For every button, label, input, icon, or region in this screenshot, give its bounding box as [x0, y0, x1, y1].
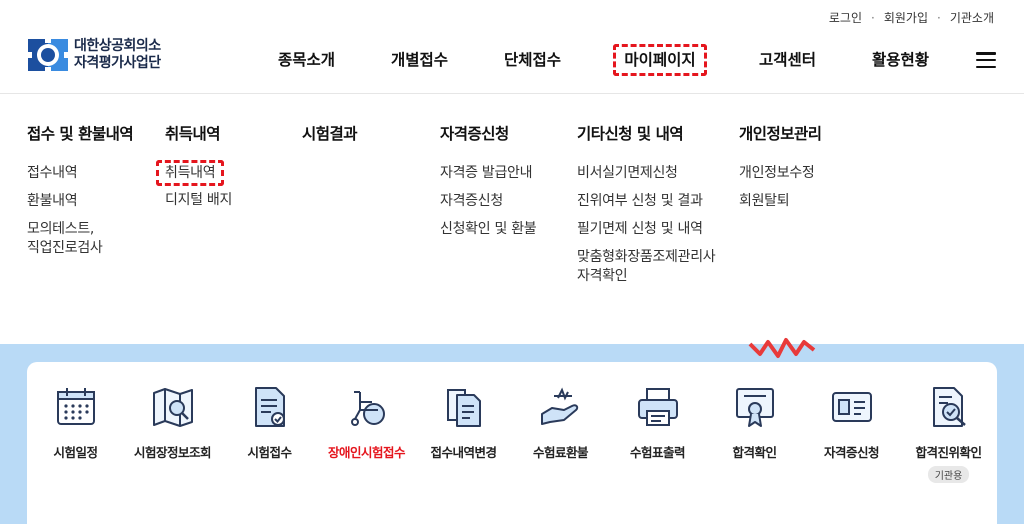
acquired-history-highlight: 취득내역 [156, 160, 225, 186]
calendar-icon [56, 388, 95, 425]
quick-item-pass-check[interactable]: 합격확인 [706, 384, 803, 483]
nav-item-individual[interactable]: 개별접수 [383, 44, 456, 94]
quick-item-label: 시험접수 [247, 445, 292, 460]
wheelchair-icon [350, 391, 385, 426]
nav-item-support[interactable]: 고객센터 [751, 44, 824, 94]
mega-menu: 접수 및 환불내역 접수내역 환불내역 모의테스트, 직업진로검사 취득내역 취… [0, 94, 1024, 344]
quick-item-label: 장애인시험접수 [327, 445, 406, 460]
menu-column-title[interactable]: 자격증신청 [440, 122, 536, 144]
menu-item-career-test[interactable]: 직업진로검사 [27, 239, 133, 258]
nav-label: 활용현황 [871, 51, 930, 69]
menu-column-certificate: 자격증신청 자격증 발급안내 자격증신청 신청확인 및 환불 [440, 122, 537, 248]
menu-item-written-exemption[interactable]: 필기면제 신청 및 내역 [577, 220, 715, 239]
menu-item-cert-apply[interactable]: 자격증신청 [440, 192, 536, 211]
menu-item-acquired-history[interactable]: 취득내역 [156, 160, 232, 186]
menu-column-title[interactable]: 접수 및 환불내역 [27, 122, 134, 144]
document-check-icon [254, 387, 285, 427]
hand-money-icon [540, 387, 578, 425]
menu-item-issue-guide[interactable]: 자격증 발급안내 [440, 164, 536, 183]
separator: · [937, 10, 941, 25]
quick-item-label: 시험장정보조회 [133, 445, 212, 460]
nav-label: 종목소개 [277, 51, 336, 69]
logo-text: 대한상공회의소 자격평가사업단 [74, 38, 161, 72]
about-link[interactable]: 기관소개 [950, 9, 994, 26]
menu-item-receipt-history[interactable]: 접수내역 [27, 164, 133, 183]
id-card-icon [831, 392, 872, 422]
documents-edit-icon [446, 389, 481, 427]
quick-item-label: 수험표출력 [629, 445, 686, 460]
menu-column-title[interactable]: 시험결과 [302, 122, 358, 144]
utility-nav: 로그인 · 회원가입 · 기관소개 [829, 9, 994, 26]
quick-item-label: 수험료환불 [532, 445, 589, 460]
menu-item-withdraw[interactable]: 회원탈퇴 [739, 192, 822, 211]
quick-item-label: 자격증신청 [823, 445, 880, 460]
menu-column-other: 기타신청 및 내역 비서실기면제신청 진위여부 신청 및 결과 필기면제 신청 … [577, 122, 716, 295]
quick-item-label: 시험일정 [53, 445, 98, 460]
site-logo[interactable]: 대한상공회의소 자격평가사업단 [26, 37, 161, 73]
menu-bar [976, 65, 996, 68]
menu-item-authenticity-check[interactable]: 진위여부 신청 및 결과 [577, 192, 715, 211]
quick-menu: 시험일정 시험장정보조회 시험접수 장애인시험접수 접수내역변경 수험료환불 수… [27, 384, 997, 483]
menu-item-edit-profile[interactable]: 개인정보수정 [739, 164, 822, 183]
signup-link[interactable]: 회원가입 [884, 9, 928, 26]
menu-column-acquired: 취득내역 취득내역 디지털 배지 [156, 122, 232, 219]
menu-item-refund-history[interactable]: 환불내역 [27, 192, 133, 211]
nav-item-intro[interactable]: 종목소개 [270, 44, 343, 94]
certificate-icon [735, 388, 774, 427]
logo-line-2: 자격평가사업단 [74, 55, 161, 71]
menu-column-receipts: 접수 및 환불내역 접수내역 환불내역 모의테스트, 직업진로검사 [27, 122, 134, 267]
separator: · [871, 10, 875, 25]
menu-item-secretary-exemption[interactable]: 비서실기면제신청 [577, 164, 715, 183]
quick-item-authenticity[interactable]: 합격진위확인 기관용 [900, 384, 997, 483]
quick-item-disabled-apply[interactable]: 장애인시험접수 [318, 384, 415, 483]
nav-item-stats[interactable]: 활용현황 [864, 44, 937, 94]
nav-item-group[interactable]: 단체접수 [496, 44, 569, 94]
menu-column-title[interactable]: 기타신청 및 내역 [577, 122, 715, 144]
nav-label: 마이페이지 [624, 51, 696, 69]
logo-gear-icon [26, 37, 70, 73]
menu-item-mock-test[interactable]: 모의테스트, [27, 220, 133, 239]
quick-item-exam-apply[interactable]: 시험접수 [221, 384, 318, 483]
nav-item-mypage[interactable]: 마이페이지 [601, 44, 719, 96]
nav-label: 고객센터 [758, 51, 817, 69]
menu-column-results: 시험결과 [302, 122, 358, 164]
menu-item-qualification-check[interactable]: 자격확인 [577, 267, 715, 286]
nav-label: 개별접수 [390, 51, 449, 69]
quick-item-change-receipt[interactable]: 접수내역변경 [415, 384, 512, 483]
menu-column-personal: 개인정보관리 개인정보수정 회원탈퇴 [739, 122, 822, 220]
login-link[interactable]: 로그인 [829, 9, 862, 26]
quick-item-label: 접수내역변경 [430, 445, 497, 460]
quick-item-exam-schedule[interactable]: 시험일정 [27, 384, 124, 483]
quick-item-label: 합격진위확인 [915, 445, 982, 460]
logo-line-1: 대한상공회의소 [74, 38, 161, 54]
menu-column-title[interactable]: 개인정보관리 [739, 122, 822, 144]
menu-item-digital-badge[interactable]: 디지털 배지 [165, 191, 232, 210]
document-search-icon [932, 387, 966, 427]
quick-item-label: 합격확인 [732, 445, 777, 460]
menu-bar [976, 58, 996, 62]
menu-item-apply-check-refund[interactable]: 신청확인 및 환불 [440, 220, 537, 239]
menu-bar [976, 52, 996, 55]
ribbon-decoration-icon [748, 338, 816, 358]
menu-item-cosmetics-manager[interactable]: 맞춤형화장품조제관리사 [577, 248, 716, 267]
printer-icon [637, 388, 678, 426]
quick-item-cert-apply[interactable]: 자격증신청 [803, 384, 900, 483]
quick-item-refund[interactable]: 수험료환불 [512, 384, 609, 483]
map-search-icon [152, 388, 193, 427]
institution-badge: 기관용 [927, 466, 970, 483]
quick-item-venue-search[interactable]: 시험장정보조회 [124, 384, 221, 483]
mypage-highlight: 마이페이지 [613, 44, 707, 76]
quick-item-print-ticket[interactable]: 수험표출력 [609, 384, 706, 483]
menu-icon[interactable] [976, 52, 996, 68]
nav-label: 단체접수 [503, 51, 562, 69]
menu-column-title[interactable]: 취득내역 [165, 122, 232, 144]
main-nav: 종목소개 개별접수 단체접수 마이페이지 고객센터 활용현황 [270, 44, 937, 96]
